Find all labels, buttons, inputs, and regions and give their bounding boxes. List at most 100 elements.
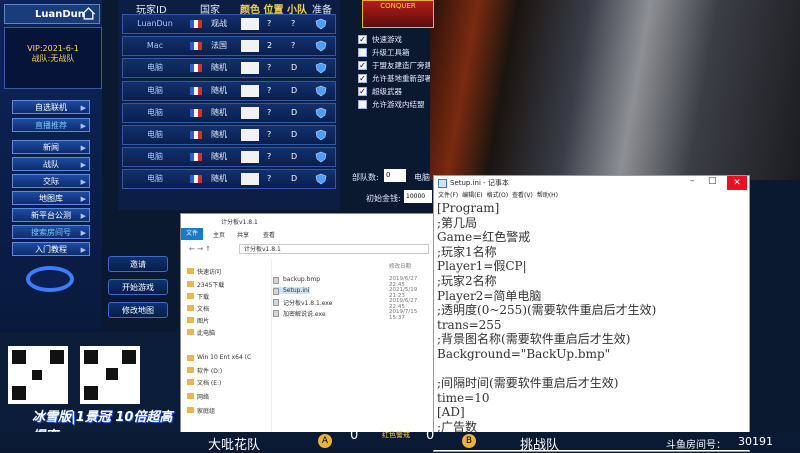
sidebar-item[interactable]: 下载 (187, 292, 209, 301)
game-option[interactable]: ✓ 允许基地重新部署 (358, 73, 432, 85)
checkbox-checked-icon[interactable]: ✓ (358, 74, 367, 83)
refresh-icon[interactable] (26, 266, 74, 292)
position-select[interactable]: 2 (267, 37, 272, 55)
home-icon[interactable] (82, 7, 95, 20)
notepad-menu-item[interactable]: 文件(F) (438, 192, 458, 199)
file-item[interactable]: backup.bmp (273, 276, 321, 284)
sidebar-item[interactable]: 快速访问 (187, 267, 221, 276)
team-select[interactable]: D (291, 59, 297, 77)
team-select[interactable]: D (291, 170, 297, 188)
color-select[interactable] (241, 129, 259, 141)
tab-home[interactable]: 主页 (213, 230, 225, 239)
color-select[interactable] (241, 151, 259, 164)
address-bar[interactable]: 计分板v1.8.1 (239, 244, 429, 254)
player-row[interactable]: 电脑 随机? D (122, 58, 336, 79)
modify-map-button[interactable]: 修改地图 (108, 302, 168, 318)
arrow-right-icon: ▶ (80, 229, 86, 237)
game-option[interactable]: ✓ 于盟友建造厂旁建造 (358, 60, 440, 72)
ready-shield-icon (315, 129, 327, 141)
checkbox-checked-icon[interactable]: ✓ (358, 61, 367, 70)
menu-search-room[interactable]: 搜索房间号 ▶ (12, 225, 90, 239)
player-row[interactable]: Mac 法国 2? (122, 36, 336, 57)
file-item[interactable]: 加密解说说.exe (273, 309, 326, 318)
sidebar-item[interactable]: 文档 (E:) (187, 378, 221, 387)
color-select[interactable] (241, 106, 259, 119)
color-select[interactable] (241, 18, 259, 30)
menu-social[interactable]: 交际 ▶ (12, 174, 90, 188)
sidebar-item[interactable]: 2345下载 (187, 280, 224, 289)
menu-live-recommend[interactable]: 直播推荐 ▶ (12, 118, 90, 132)
tab-view[interactable]: 查看 (263, 230, 275, 239)
color-select[interactable] (241, 84, 259, 97)
menu-tutorial[interactable]: 入门教程 ▶ (12, 242, 90, 256)
position-select[interactable]: ? (267, 15, 271, 33)
team-select[interactable]: ? (291, 15, 295, 33)
player-row[interactable]: LuanDun 观战?? (122, 14, 336, 34)
position-select[interactable]: ? (267, 59, 271, 77)
team-select[interactable]: D (291, 126, 297, 144)
game-option[interactable]: 允许游戏内结盟 (358, 99, 425, 111)
tab-share[interactable]: 共享 (237, 230, 249, 239)
sidebar-item[interactable]: 此电脑 (187, 328, 215, 337)
team-left: 大吡花队 (208, 438, 261, 453)
player-row[interactable]: 电脑 随机? D (122, 169, 336, 190)
position-select[interactable]: ? (267, 126, 271, 144)
sidebar-item[interactable]: Win 10 Ent x64 (C (187, 354, 251, 361)
game-option[interactable]: ✓ 超级武器 (358, 86, 402, 98)
color-select[interactable] (241, 40, 259, 53)
position-select[interactable]: ? (267, 104, 271, 122)
player-row[interactable]: 电脑 随机? D (122, 102, 336, 123)
country-flag-icon (190, 86, 202, 95)
team-select[interactable]: ? (291, 37, 295, 55)
sidebar-item[interactable]: 文档 (187, 304, 209, 313)
menu-label: 直播推荐 (35, 121, 67, 130)
money-select[interactable]: 10000 (404, 190, 432, 203)
menu-map-library[interactable]: 地图库 ▶ (12, 191, 90, 205)
player-row[interactable]: 电脑 随机? D (122, 125, 336, 145)
invite-button[interactable]: 邀请 (108, 256, 168, 272)
start-label: 开始游戏 (122, 283, 154, 292)
position-select[interactable]: ? (267, 82, 271, 100)
player-side: 随机 (211, 174, 227, 184)
checkbox-icon[interactable] (358, 100, 367, 109)
checkbox-checked-icon[interactable]: ✓ (358, 87, 367, 96)
notepad-menu-item[interactable]: 帮助(H) (537, 192, 558, 199)
nav-arrows-icon[interactable]: ← → ↑ (189, 245, 211, 253)
notepad-text-area[interactable]: [Program] ;第几局 Game=红色警戒 ;玩家1名称 Player1=假CP|… (437, 201, 745, 451)
position-select[interactable]: ? (267, 170, 271, 188)
file-item[interactable]: 记分板v1.8.1.exe (273, 298, 332, 307)
team-select[interactable]: D (291, 82, 297, 100)
file-icon (273, 310, 279, 317)
team-select[interactable]: D (291, 148, 297, 166)
player-row[interactable]: 电脑 随机? D (122, 147, 336, 168)
color-select[interactable] (241, 173, 259, 186)
checkbox-icon[interactable] (358, 48, 367, 57)
notepad-menu-item[interactable]: 格式(O) (487, 192, 508, 199)
start-game-button[interactable]: 开始游戏 (108, 279, 168, 295)
position-select[interactable]: ? (267, 148, 271, 166)
units-select[interactable]: 0 (384, 169, 406, 182)
close-icon[interactable]: ✕ (727, 176, 747, 190)
menu-news[interactable]: 新闻 ▶ (12, 140, 90, 154)
game-option[interactable]: ✓ 快速游戏 (358, 34, 402, 46)
sidebar-item[interactable]: 软件 (D:) (187, 366, 222, 375)
money-label: 初始金钱: (366, 194, 401, 203)
checkbox-checked-icon[interactable]: ✓ (358, 35, 367, 44)
file-item[interactable]: Setup.ini (273, 287, 310, 295)
maximize-icon[interactable]: □ (708, 176, 717, 186)
sidebar-item[interactable]: 图片 (187, 316, 209, 325)
menu-new-platform[interactable]: 新平台公测 ▶ (12, 208, 90, 222)
player-row[interactable]: 电脑 随机? D (122, 80, 336, 101)
sidebar-item[interactable]: 网络 (187, 392, 209, 401)
minimize-icon[interactable]: – (690, 176, 695, 186)
tab-file[interactable]: 文件 (181, 228, 203, 240)
game-option[interactable]: 升级工具箱 (358, 47, 410, 59)
notepad-menu-item[interactable]: 查看(V) (512, 192, 533, 199)
notepad-menu-item[interactable]: 编辑(E) (462, 192, 482, 199)
file-name: backup.bmp (283, 276, 321, 283)
menu-custom-match[interactable]: 自选联机 ▶ (12, 100, 90, 114)
color-select[interactable] (241, 62, 259, 75)
sidebar-item[interactable]: 家庭组 (187, 406, 215, 415)
menu-team[interactable]: 战队 ▶ (12, 157, 90, 171)
team-select[interactable]: D (291, 104, 297, 122)
